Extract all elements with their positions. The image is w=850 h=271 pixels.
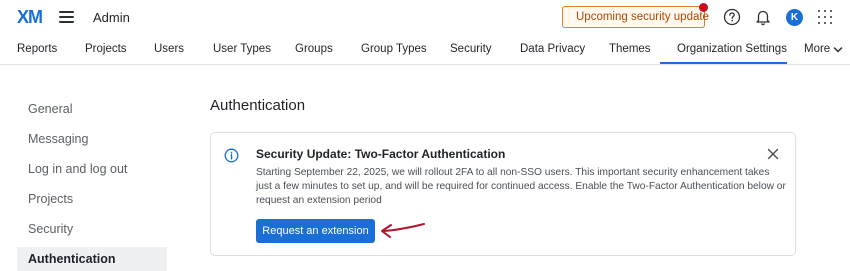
sidebar-item-security[interactable]: Security — [17, 217, 167, 241]
annotation-arrow-icon — [381, 223, 425, 238]
app-title: Admin — [93, 10, 130, 25]
help-icon[interactable] — [723, 8, 741, 26]
sidebar-item-projects[interactable]: Projects — [17, 187, 167, 211]
bell-icon[interactable] — [754, 8, 772, 26]
close-icon[interactable] — [767, 148, 779, 160]
tab-security[interactable]: Security — [450, 43, 492, 55]
tab-projects[interactable]: Projects — [85, 43, 127, 55]
tab-organization-settings[interactable]: Organization Settings — [677, 43, 787, 55]
tab-themes[interactable]: Themes — [609, 43, 651, 55]
notification-dot — [699, 3, 708, 12]
tab-data-privacy[interactable]: Data Privacy — [520, 43, 585, 55]
security-update-label: Upcoming security update — [576, 11, 709, 23]
tab-more[interactable]: More — [804, 43, 830, 55]
request-extension-button[interactable]: Request an extension — [256, 219, 375, 243]
hamburger-menu-icon[interactable] — [59, 11, 74, 23]
tab-groups[interactable]: Groups — [295, 43, 333, 55]
app-launcher-icon[interactable] — [818, 10, 832, 24]
tab-reports[interactable]: Reports — [17, 43, 57, 55]
page-title: Authentication — [210, 97, 306, 114]
notice-body: Starting September 22, 2025, we will rol… — [256, 167, 786, 206]
xm-logo[interactable]: XM — [17, 7, 43, 28]
top-header: XM Admin Upcoming security update K — [0, 0, 850, 36]
tab-group-types[interactable]: Group Types — [361, 43, 427, 55]
user-avatar[interactable]: K — [786, 9, 803, 26]
chevron-down-icon[interactable] — [833, 46, 843, 54]
sidebar-item-login-logout[interactable]: Log in and log out — [17, 157, 167, 181]
tab-users[interactable]: Users — [154, 43, 184, 55]
sidebar-item-authentication[interactable]: Authentication — [17, 247, 167, 271]
upcoming-security-update-button[interactable]: Upcoming security update — [562, 6, 709, 28]
admin-nav-tabs: Reports Projects Users User Types Groups… — [0, 36, 850, 65]
sidebar-item-general[interactable]: General — [17, 97, 167, 121]
info-icon — [224, 148, 239, 163]
notice-title: Security Update: Two-Factor Authenticati… — [256, 147, 506, 161]
tab-user-types[interactable]: User Types — [213, 43, 271, 55]
sidebar-item-messaging[interactable]: Messaging — [17, 127, 167, 151]
active-tab-indicator — [660, 62, 787, 64]
